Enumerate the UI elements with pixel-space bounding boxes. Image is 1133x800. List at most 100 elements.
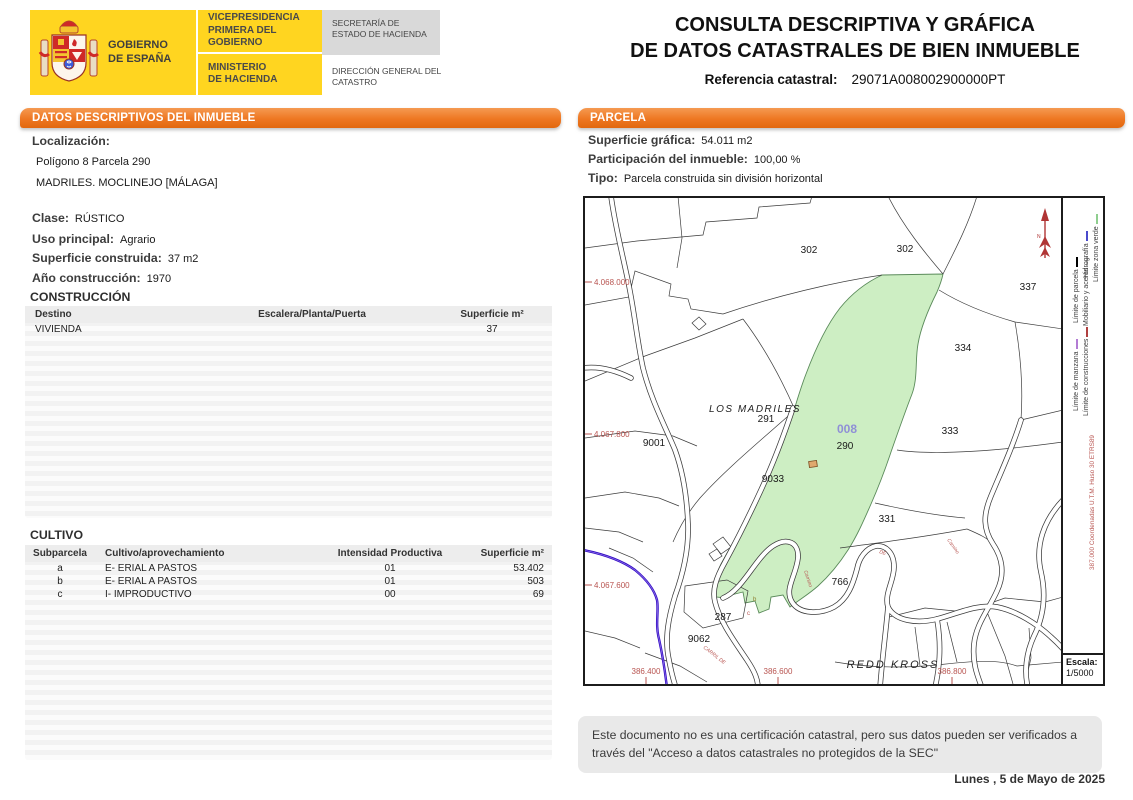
disclaimer-box: Este documento no es una certificación c… — [578, 716, 1102, 773]
parcel-label-287: 287 — [715, 612, 732, 623]
superficie-value: 37 m2 — [167, 253, 199, 265]
legend-limite-parcela: Límite de parcela — [1073, 257, 1080, 323]
cadastral-map[interactable]: N 302 302 337 334 333 331 766 287 9062 9… — [583, 196, 1105, 686]
coord-label-x2: 386.600 — [764, 667, 793, 676]
road-label: CARRIL DE — [702, 645, 727, 667]
cell-subparcela: c — [57, 589, 63, 600]
superficie-grafica-field: Superficie gráfica: 54.011 m2 — [588, 133, 753, 147]
col-destino: Destino — [35, 309, 72, 320]
title-line1: CONSULTA DESCRIPTIVA Y GRÁFICA — [674, 14, 1036, 36]
col-cultivo: Cultivo/aprovechamiento — [105, 548, 225, 559]
road-label: DE — [878, 549, 887, 557]
anio-value: 1970 — [146, 273, 172, 285]
section-bar-datos-descriptivos: DATOS DESCRIPTIVOS DEL INMUEBLE — [20, 108, 561, 128]
cell-cultivo: E- ERIAL A PASTOS — [105, 576, 198, 587]
col-superficie: Superficie m² — [460, 309, 524, 320]
referencia-label: Referencia catastral: — [704, 72, 838, 87]
clase-field: Clase: RÚSTICO — [32, 211, 125, 225]
legend-swatch — [1075, 339, 1078, 350]
legend-swatch — [1075, 257, 1078, 268]
document-date: Lunes , 5 de Mayo de 2025 — [954, 772, 1105, 786]
parcel-label-302a: 302 — [801, 245, 818, 256]
localizacion-line1: Polígono 8 Parcela 290 — [36, 156, 151, 168]
construccion-table: Destino Escalera/Planta/Puerta Superfici… — [25, 306, 552, 518]
coord-label-y3: 4.067.600 — [594, 581, 630, 590]
construccion-title: CONSTRUCCIÓN — [30, 290, 131, 304]
anio-field: Año construcción: 1970 — [32, 271, 172, 285]
legend-limite-construcciones: Límite de construcciones — [1083, 326, 1090, 416]
localizacion-line2: MADRILES. MOCLINEJO [MÁLAGA] — [36, 177, 218, 189]
building-symbol — [808, 460, 818, 468]
cell-intensidad: 01 — [384, 576, 396, 587]
parcel-label-9033: 9033 — [762, 474, 785, 485]
cell-intensidad: 00 — [384, 589, 396, 600]
gobierno-text: GOBIERNO DE ESPAÑA — [108, 10, 196, 95]
document-title: CONSULTA DESCRIPTIVA Y GRÁFICA DE DATOS … — [600, 12, 1110, 64]
place-label-los-madriles: LOS MADRILES — [709, 404, 801, 415]
cultivo-header-row: Subparcela Cultivo/aprovechamiento Inten… — [25, 545, 552, 562]
legend-swatch — [1085, 326, 1088, 337]
col-escalera: Escalera/Planta/Puerta — [258, 309, 366, 320]
cadastral-document-page: { "header": { "logo": { "gobierno_line1"… — [0, 0, 1133, 800]
section-bar-parcela: PARCELA — [578, 108, 1125, 128]
col-intensidad: Intensidad Productiva — [337, 548, 443, 559]
parcel-label-337: 337 — [1020, 282, 1037, 293]
tipo-field: Tipo: Parcela construida sin división hor… — [588, 171, 823, 185]
parcel-label-9001: 9001 — [643, 438, 666, 449]
parcel-label-766: 766 — [832, 577, 849, 588]
spain-coat-of-arms — [30, 10, 108, 95]
map-legend: Límite de parcela Mobiliario y aceras Hi… — [1061, 198, 1103, 684]
cell-superficie: 37 — [486, 324, 498, 335]
legend-label: Límite zona verde — [1093, 226, 1100, 282]
cell-superficie: 53.402 — [513, 563, 544, 574]
legend-limite-manzana: Límite de manzana — [1073, 339, 1080, 411]
parcel-label-9062: 9062 — [688, 634, 711, 645]
table-row: VIVIENDA 37 — [25, 323, 552, 336]
cell-superficie: 69 — [532, 589, 544, 600]
cultivo-table: Subparcela Cultivo/aprovechamiento Inten… — [25, 545, 552, 760]
ministerio-text: MINISTERIO DE HACIENDA — [198, 54, 322, 96]
table-row: a E- ERIAL A PASTOS 01 53.402 — [25, 562, 552, 575]
north-label: N — [1037, 234, 1041, 240]
tipo-value: Parcela construida sin división horizont… — [623, 173, 823, 185]
min-line2: DE HACIENDA — [208, 74, 278, 86]
subparcel-letter-c: c — [747, 611, 750, 617]
escala-value: 1/5000 — [1066, 668, 1094, 679]
gobierno-line2: DE ESPAÑA — [108, 52, 172, 65]
utm-note-text: 387.000 Coordenadas U.T.M. Huso 30 ETRS8… — [1089, 435, 1096, 570]
coord-label-x1: 386.400 — [632, 667, 661, 676]
escala-label: Escala: — [1066, 657, 1098, 667]
cell-destino: VIVIENDA — [35, 324, 82, 335]
participacion-value: 100,00 % — [753, 154, 801, 166]
cell-subparcela: b — [57, 576, 63, 587]
legend-zona-verde: Límite zona verde — [1093, 214, 1100, 282]
legend-label: Hidrografía — [1083, 243, 1090, 278]
legend-swatch — [1095, 214, 1098, 225]
ministerio-block: VICEPRESIDENCIA PRIMERA DEL GOBIERNO MIN… — [198, 10, 322, 95]
legend-label: Límite de parcela — [1073, 269, 1080, 323]
col-superficie: Superficie m² — [480, 548, 544, 559]
road-label: Camino — [945, 538, 960, 556]
uso-field: Uso principal: Agrario — [32, 232, 156, 246]
superficie-field: Superficie construida: 37 m2 — [32, 251, 199, 265]
parcel-label-302b: 302 — [897, 244, 914, 255]
gobierno-line1: GOBIERNO — [108, 38, 168, 51]
vice-line1: VICEPRESIDENCIA — [208, 12, 300, 23]
cell-subparcela: a — [57, 563, 63, 574]
direccion-general-label: DIRECCIÓN GENERAL DEL CATASTRO — [332, 66, 441, 88]
legend-hidrografia: Hidrografía — [1083, 231, 1090, 278]
coord-label-y2: 4.067.800 — [594, 430, 630, 439]
cell-cultivo: I- IMPRODUCTIVO — [105, 589, 192, 600]
superficie-grafica-value: 54.011 m2 — [701, 135, 753, 147]
cultivo-title: CULTIVO — [30, 528, 84, 542]
cell-superficie: 503 — [527, 576, 544, 587]
secretaria-estado-label: SECRETARÍA DE ESTADO DE HACIENDA — [322, 10, 440, 55]
hydrography-highlight — [585, 549, 667, 684]
cell-cultivo: E- ERIAL A PASTOS — [105, 563, 198, 574]
north-arrow-icon: N — [1037, 208, 1051, 258]
vicepresidencia-text: VICEPRESIDENCIA PRIMERA DEL GOBIERNO — [198, 10, 322, 52]
subject-parcel-290[interactable] — [714, 273, 944, 614]
cell-intensidad: 01 — [384, 563, 396, 574]
parcel-number-labels: 302 302 337 334 333 331 766 287 9062 900… — [643, 244, 1037, 645]
parcel-label-334: 334 — [955, 343, 972, 354]
